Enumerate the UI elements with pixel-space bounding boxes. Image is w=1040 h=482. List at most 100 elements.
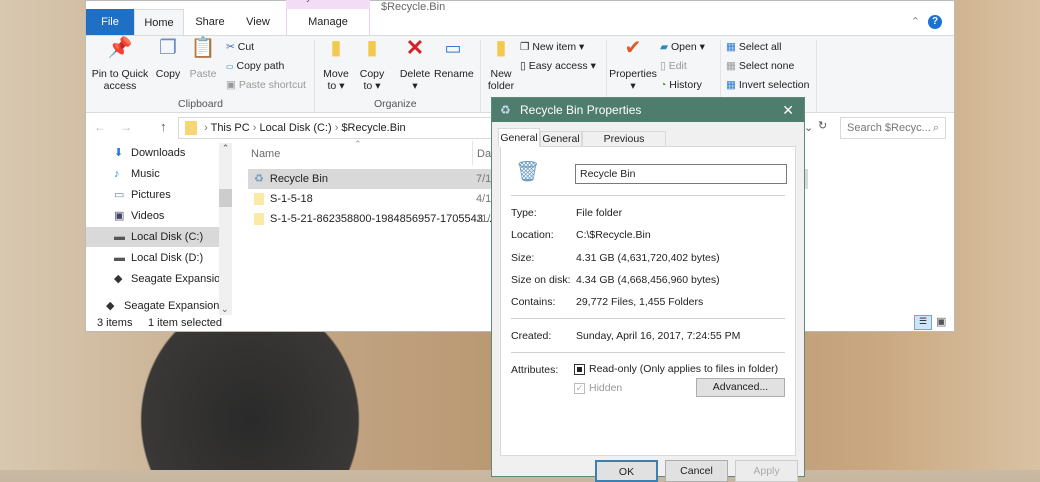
tab-general-active[interactable]: General	[498, 128, 540, 147]
ribbon-divider	[480, 40, 481, 112]
search-input[interactable]: Search $Recyc... ⌕	[840, 117, 946, 139]
contains-value: 29,772 Files, 1,455 Folders	[576, 296, 704, 308]
copy-icon: ❐	[159, 37, 177, 59]
music-note-icon: ♪	[114, 168, 120, 180]
advanced-button[interactable]: Advanced...	[696, 378, 785, 397]
scroll-thumb[interactable]	[219, 189, 232, 207]
invert-selection-icon: ▦	[726, 79, 736, 91]
size-label: Size:	[511, 252, 535, 264]
file-name: S-1-5-21-862358800-1984856957-1705543...	[270, 213, 493, 225]
contains-label: Contains:	[511, 296, 556, 308]
drive-icon: ▬	[114, 231, 125, 243]
history-dropdown-icon[interactable]: ⌄	[804, 121, 813, 134]
delete-button[interactable]: ✕ Delete ▾	[398, 37, 432, 93]
folder-icon	[185, 121, 197, 135]
history-button[interactable]: ◔ History	[660, 79, 702, 91]
nav-item-videos[interactable]: ▣ Videos	[86, 206, 219, 226]
new-folder-button[interactable]: ▮ New folder	[484, 38, 518, 92]
tab-view[interactable]: View	[236, 9, 280, 35]
refresh-icon[interactable]: ↻	[818, 119, 827, 132]
nav-item-local-disk-d[interactable]: ▬ Local Disk (D:)	[86, 248, 219, 268]
forward-button[interactable]: →	[120, 120, 132, 134]
file-date: 4/1	[476, 193, 492, 205]
file-date: 11/	[476, 213, 491, 225]
edit-button[interactable]: ▯ Edit	[660, 60, 687, 72]
breadcrumb-local-disk-c[interactable]: Local Disk (C:)	[260, 122, 332, 134]
tab-manage[interactable]: Manage	[286, 9, 370, 35]
file-date: 7/1	[476, 173, 492, 185]
select-none-label: Select none	[738, 60, 795, 72]
tab-file[interactable]: File	[86, 9, 134, 35]
easy-access-button[interactable]: ▯ Easy access ▾	[520, 60, 596, 72]
group-clipboard-label: Clipboard	[178, 98, 223, 110]
location-label: Location:	[511, 229, 554, 241]
copy-button[interactable]: ❐ Copy	[152, 37, 184, 80]
ok-button[interactable]: OK	[595, 460, 658, 482]
close-icon[interactable]: ✕	[782, 98, 794, 122]
nav-item-seagate-expansion-d[interactable]: ◆ Seagate Expansion D	[86, 296, 230, 316]
cancel-button[interactable]: Cancel	[665, 460, 728, 482]
move-to-button[interactable]: ▮ Move to ▾	[320, 38, 352, 92]
nav-item-music[interactable]: ♪ Music	[86, 164, 219, 184]
nav-item-seagate-expansion[interactable]: ◆ Seagate Expansion	[86, 269, 226, 289]
name-field[interactable]: Recycle Bin	[575, 164, 787, 184]
column-name[interactable]: Name	[251, 148, 280, 160]
properties-button[interactable]: ✔ Properties ▾	[608, 37, 658, 92]
new-item-button[interactable]: ❐ New item ▾	[520, 41, 584, 53]
tab-previous-versions[interactable]: Previous Versions	[582, 131, 666, 160]
file-name: Recycle Bin	[269, 173, 328, 185]
tab-home[interactable]: Home	[134, 9, 184, 35]
column-divider[interactable]	[472, 141, 473, 165]
copy-to-icon: ▮	[366, 37, 378, 59]
details-view-button[interactable]: ☰	[914, 315, 932, 330]
recycle-bin-icon: ♻	[254, 173, 264, 185]
copy-path-button[interactable]: ▭ Copy path	[226, 60, 284, 72]
rename-button[interactable]: ▭ Rename	[434, 39, 474, 80]
cut-label: Cut	[237, 41, 255, 53]
created-value: Sunday, April 16, 2017, 7:24:55 PM	[576, 330, 741, 342]
search-placeholder: Search $Recyc...	[847, 122, 931, 134]
new-folder-label: New folder	[487, 68, 515, 92]
scroll-down-arrow[interactable]: ⌄	[221, 304, 229, 315]
tab-share[interactable]: Share	[186, 9, 234, 35]
nav-item-local-disk-c[interactable]: ▬ Local Disk (C:)	[86, 227, 219, 247]
location-value: C:\$Recycle.Bin	[576, 229, 651, 241]
recycle-bin-large-icon: 🗑	[515, 161, 541, 183]
tab-general[interactable]: General	[540, 131, 582, 147]
type-label: Type:	[511, 207, 537, 219]
open-icon: ▰	[660, 41, 669, 53]
hidden-checkbox[interactable]: ✓	[574, 383, 585, 394]
nav-scrollbar[interactable]: ⌃ ⌄	[219, 143, 232, 315]
breadcrumb-recycle-bin[interactable]: $Recycle.Bin	[341, 122, 405, 134]
properties-dialog: ♻ Recycle Bin Properties ✕ General General…	[491, 97, 805, 482]
paste-button[interactable]: 📋 Paste	[186, 38, 220, 80]
new-item-label: New item	[532, 41, 577, 53]
nav-item-pictures[interactable]: ▭ Pictures	[86, 185, 219, 205]
nav-item-downloads[interactable]: ⬇ Downloads	[86, 143, 219, 163]
copy-to-label: Copy to	[359, 68, 385, 92]
cut-button[interactable]: ✂ Cut	[226, 41, 254, 53]
open-button[interactable]: ▰ Open ▾	[660, 41, 705, 53]
readonly-label: Read-only (Only applies to files in fold…	[589, 363, 779, 375]
readonly-checkbox[interactable]	[574, 364, 585, 375]
back-button[interactable]: ←	[94, 120, 106, 134]
select-all-button[interactable]: ▦ Select all	[726, 41, 781, 53]
up-button[interactable]: ↑	[160, 119, 167, 134]
pin-quick-access-button[interactable]: 📌 Pin to Quick access	[90, 38, 150, 92]
large-icons-view-button[interactable]: ▣	[936, 315, 946, 328]
properties-check-icon: ✔	[624, 37, 642, 59]
invert-selection-button[interactable]: ▦ Invert selection	[726, 79, 809, 91]
dialog-title-bar[interactable]: ♻ Recycle Bin Properties ✕	[492, 98, 804, 122]
properties-label: Properties	[609, 68, 657, 80]
paste-shortcut-button[interactable]: ▣ Paste shortcut	[226, 79, 306, 91]
recycle-bin-icon: ♻	[500, 103, 511, 117]
type-value: File folder	[576, 207, 623, 219]
sort-ascending-icon: ⌃	[354, 139, 362, 149]
select-none-button[interactable]: ▦ Select none	[726, 60, 794, 72]
videos-icon: ▣	[114, 210, 125, 222]
apply-button[interactable]: Apply	[735, 460, 798, 482]
context-tab-label: Recycle Bin Tools	[286, 0, 370, 9]
copy-to-button[interactable]: ▮ Copy to ▾	[356, 37, 388, 92]
breadcrumb-this-pc[interactable]: This PC	[211, 122, 250, 134]
scroll-up-arrow[interactable]: ⌃	[219, 143, 232, 154]
